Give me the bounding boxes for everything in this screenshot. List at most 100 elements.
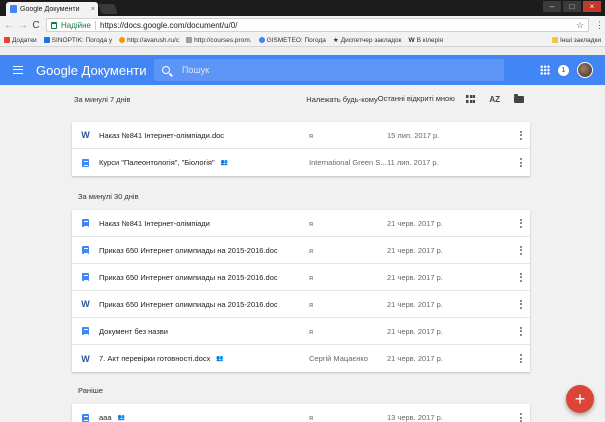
more-options-icon[interactable]	[516, 413, 530, 422]
reload-button[interactable]: C	[32, 20, 40, 31]
file-name: Приказ 650 Интернет олимпиады на 2015-20…	[99, 245, 278, 255]
more-options-icon[interactable]	[516, 354, 530, 363]
file-row[interactable]: W Наказ №841 Інтернет-олімпіади.doc я 15…	[72, 122, 530, 149]
maximize-button[interactable]: □	[563, 1, 581, 12]
file-name: Документ без назви	[99, 326, 168, 336]
more-options-icon[interactable]	[516, 272, 530, 282]
grid-view-icon[interactable]	[466, 95, 476, 103]
lock-icon	[51, 21, 57, 29]
hamburger-icon	[13, 66, 23, 74]
bookmark-item[interactable]: http://avarush.ru/c	[119, 37, 179, 44]
file-date: 11 лип. 2017 р.	[387, 158, 439, 167]
sort-last-opened[interactable]: Останні відкриті мною	[378, 95, 467, 103]
list-view-tools: AZ	[466, 93, 530, 104]
url-text[interactable]: https://docs.google.com/document/u/0/	[100, 21, 572, 30]
search-input[interactable]: Пошук	[182, 65, 209, 75]
new-tab-button[interactable]	[98, 4, 118, 14]
main-menu-button[interactable]	[0, 66, 36, 74]
file-row[interactable]: Курси "Палеонтологія", "Біологія" 👥 Inter…	[72, 149, 530, 176]
bookmark-item[interactable]: GISMETEO: Погода	[258, 37, 326, 44]
w-icon: W	[408, 36, 415, 44]
back-button[interactable]: ←	[4, 20, 14, 31]
word-file-icon: W	[81, 299, 90, 309]
file-row[interactable]: Приказ 650 Интернет олимпиады на 2015-20…	[72, 264, 530, 291]
more-options-icon[interactable]	[516, 245, 530, 255]
create-document-button[interactable]: +	[566, 385, 594, 413]
word-file-icon: W	[81, 130, 90, 140]
more-options-icon[interactable]	[516, 130, 530, 140]
bookmarks-bar: Додатки SINOPTIK: Погода у http://avarus…	[0, 34, 605, 47]
file-list-recent: W Наказ №841 Інтернет-олімпіади.doc я 15…	[72, 122, 530, 176]
google-doc-icon	[82, 219, 89, 227]
file-row[interactable]: Документ без назви я 21 черв. 2017 р.	[72, 318, 530, 345]
search-box[interactable]: Пошук	[154, 59, 504, 81]
account-area: 1	[540, 62, 605, 78]
file-date: 21 черв. 2017 р.	[387, 299, 443, 309]
star-icon: ★	[332, 37, 339, 44]
period-heading: За минулі 7 днів	[74, 94, 131, 104]
app-title[interactable]: Google Документи	[36, 63, 154, 78]
bookmark-item[interactable]: Додатки	[4, 37, 37, 44]
docs-app-bar: Google Документи Пошук 1	[0, 55, 605, 85]
address-bar[interactable]: Надійне https://docs.google.com/document…	[46, 18, 589, 32]
google-doc-icon	[82, 327, 89, 335]
file-row[interactable]: Наказ №841 Інтернет-олімпіади я 21 черв.…	[72, 210, 530, 237]
close-window-button[interactable]: ×	[583, 1, 601, 12]
bookmark-star-icon[interactable]: ☆	[576, 20, 584, 31]
file-list-30-days: Наказ №841 Інтернет-олімпіади я 21 черв.…	[72, 210, 530, 372]
section-heading: За минулі 30 днів	[78, 192, 139, 201]
file-name: Приказ 650 Интернет олимпиады на 2015-20…	[99, 272, 278, 282]
bookmark-item[interactable]: ★ Диспетчер закладок	[332, 36, 402, 45]
file-name: 7. Акт перевірки готовності.docx 👥	[99, 354, 224, 363]
folder-picker-icon[interactable]	[514, 93, 524, 103]
owner-filter[interactable]: Належать будь-кому	[306, 95, 377, 104]
word-file-icon: W	[81, 353, 90, 364]
file-date: 21 черв. 2017 р.	[387, 326, 443, 336]
notifications-icon[interactable]: 1	[558, 64, 569, 76]
file-owner: Сергій Мацаєнко	[309, 354, 368, 363]
file-name: Наказ №841 Інтернет-олімпіади	[99, 218, 210, 228]
other-bookmarks[interactable]: Інші закладки	[551, 37, 601, 44]
document-list-area: За минулі 7 днів Належать будь-кому Оста…	[0, 85, 605, 422]
more-options-icon[interactable]	[516, 326, 530, 336]
minimize-button[interactable]: –	[543, 1, 561, 12]
browser-menu-icon[interactable]: ⋮	[595, 20, 604, 31]
apps-icon	[4, 37, 10, 43]
file-row[interactable]: W Приказ 650 Интернет олимпиады на 2015-…	[72, 291, 530, 318]
google-doc-icon	[82, 158, 89, 167]
file-name: Приказ 650 Интернет олимпиады на 2015-20…	[99, 299, 278, 309]
forward-button[interactable]: →	[18, 20, 28, 31]
sort-az-icon[interactable]: AZ	[489, 95, 500, 104]
file-name: Наказ №841 Інтернет-олімпіади.doc	[99, 130, 225, 140]
browser-toolbar: ← → C Надійне https://docs.google.com/do…	[0, 16, 605, 34]
bookmark-icon	[43, 37, 50, 43]
tab-title: Google Документи	[20, 5, 80, 13]
bookmark-item[interactable]: SINOPTIK: Погода у	[43, 37, 112, 44]
folder-icon	[551, 37, 558, 43]
avatar[interactable]	[577, 62, 593, 78]
file-row[interactable]: Приказ 650 Интернет олимпиады на 2015-20…	[72, 237, 530, 264]
file-owner: я	[309, 299, 314, 309]
file-owner: я	[309, 245, 314, 255]
file-date: 13 черв. 2017 р.	[387, 413, 443, 422]
file-owner: я	[309, 130, 314, 140]
file-row[interactable]: W 7. Акт перевірки готовності.docx 👥 Серг…	[72, 345, 530, 372]
browser-tab[interactable]: Google Документи ×	[6, 2, 98, 16]
apps-grid-icon[interactable]	[540, 65, 550, 75]
tab-close-icon[interactable]: ×	[91, 6, 98, 13]
section-heading: Раніше	[78, 386, 103, 395]
more-options-icon[interactable]	[516, 218, 530, 228]
file-date: 21 черв. 2017 р.	[387, 272, 443, 282]
bookmark-item[interactable]: http://courses.prom.	[186, 37, 252, 44]
search-icon	[162, 66, 170, 74]
bookmark-item[interactable]: WВ кілерія	[409, 37, 444, 44]
file-owner: я	[309, 218, 314, 228]
bookmark-icon	[119, 37, 126, 43]
more-options-icon[interactable]	[516, 299, 530, 309]
file-owner: я	[309, 326, 314, 336]
docs-favicon-icon	[10, 5, 17, 13]
file-row[interactable]: ааа 👥 я 13 черв. 2017 р.	[72, 404, 530, 422]
more-options-icon[interactable]	[516, 158, 530, 167]
google-doc-icon	[82, 246, 89, 254]
shared-people-icon: 👥	[216, 356, 224, 362]
